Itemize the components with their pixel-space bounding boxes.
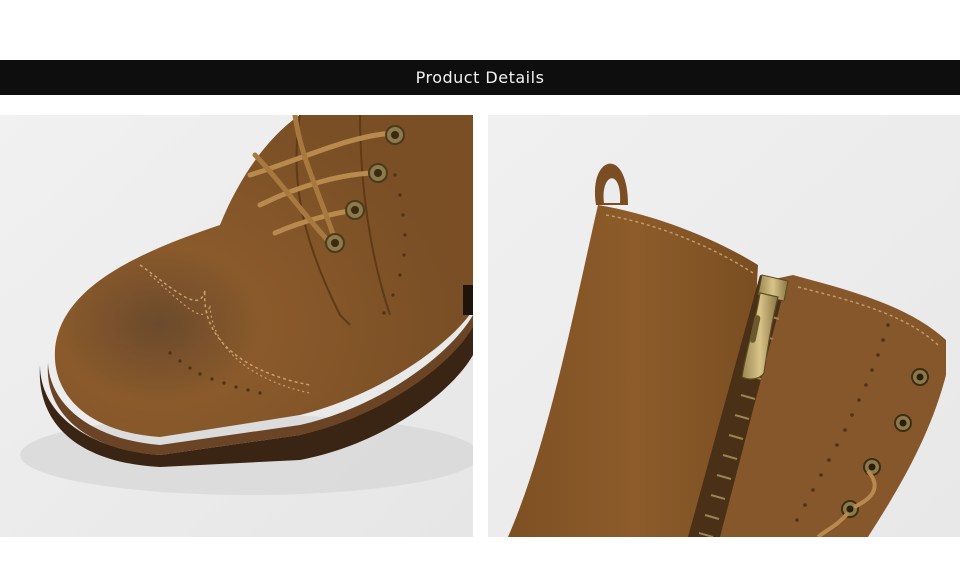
product-photo-zipper xyxy=(488,115,960,537)
boot-toe-illustration xyxy=(0,115,473,537)
section-title: Product Details xyxy=(415,68,545,87)
section-banner: Product Details xyxy=(0,60,960,95)
boot-zipper-illustration xyxy=(488,115,960,537)
product-photo-toe xyxy=(0,115,473,537)
